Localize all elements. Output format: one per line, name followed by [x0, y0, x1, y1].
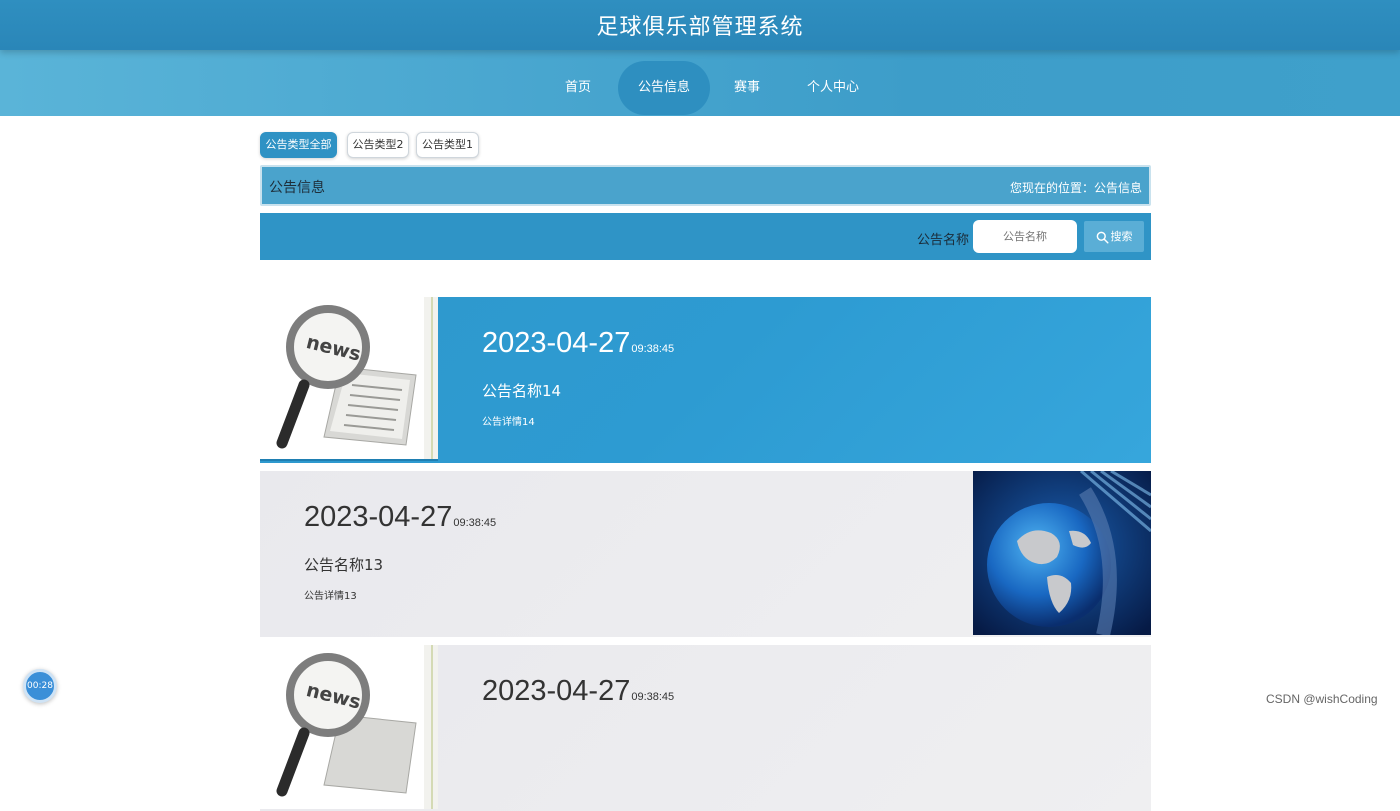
watermark: CSDN @wishCoding	[1266, 692, 1378, 706]
search-button[interactable]: 搜索	[1084, 221, 1144, 252]
notice-time: 09:38:45	[631, 691, 675, 703]
news-magnifier-icon: news	[260, 297, 438, 463]
notice-detail: 公告详情14	[482, 417, 535, 428]
notice-detail: 公告详情13	[304, 591, 357, 602]
app-title: 足球俱乐部管理系统	[596, 15, 804, 40]
type-all-button[interactable]: 公告类型全部	[260, 132, 337, 158]
notice-card[interactable]: news 2023-04-2709:38:45 公告名称14 公告详情14	[260, 297, 1151, 463]
current-location: 您现在的位置：公告信息	[1009, 181, 1142, 195]
search-label: 公告名称	[917, 233, 970, 248]
notice-date: 2023-04-27	[304, 501, 453, 533]
search-input[interactable]	[973, 220, 1077, 253]
breadcrumb: 公告信息 您现在的位置：公告信息	[260, 165, 1151, 206]
type-2-button[interactable]: 公告类型2	[347, 132, 409, 158]
nav-item-matches[interactable]: 赛事	[720, 61, 774, 115]
nav-item-notices[interactable]: 公告信息	[618, 61, 710, 115]
news-magnifier-icon: news	[260, 645, 438, 809]
notice-card[interactable]: 2023-04-2709:38:45 公告名称13 公告详情13	[260, 471, 1151, 637]
recording-timer: 00:28	[23, 669, 57, 703]
notice-name[interactable]: 公告名称13	[304, 554, 383, 575]
notice-name[interactable]: 公告名称14	[482, 380, 561, 401]
notice-time: 09:38:45	[453, 517, 497, 529]
nav-item-home[interactable]: 首页	[548, 61, 608, 115]
notice-date: 2023-04-27	[482, 675, 631, 707]
app-header: 足球俱乐部管理系统	[0, 0, 1400, 50]
type-1-button[interactable]: 公告类型1	[416, 132, 479, 158]
top-nav: 首页 公告信息 赛事 个人中心	[0, 50, 1400, 116]
notice-card[interactable]: news 2023-04-2709:38:45	[260, 645, 1151, 811]
nav-item-profile[interactable]: 个人中心	[796, 61, 870, 115]
search-bar: 公告名称 搜索	[260, 213, 1151, 260]
notice-date: 2023-04-27	[482, 327, 631, 359]
notice-time: 09:38:45	[631, 343, 675, 355]
search-icon	[1096, 231, 1109, 244]
section-title: 公告信息	[269, 180, 325, 196]
globe-news-icon	[973, 471, 1151, 637]
search-button-label: 搜索	[1110, 230, 1133, 243]
